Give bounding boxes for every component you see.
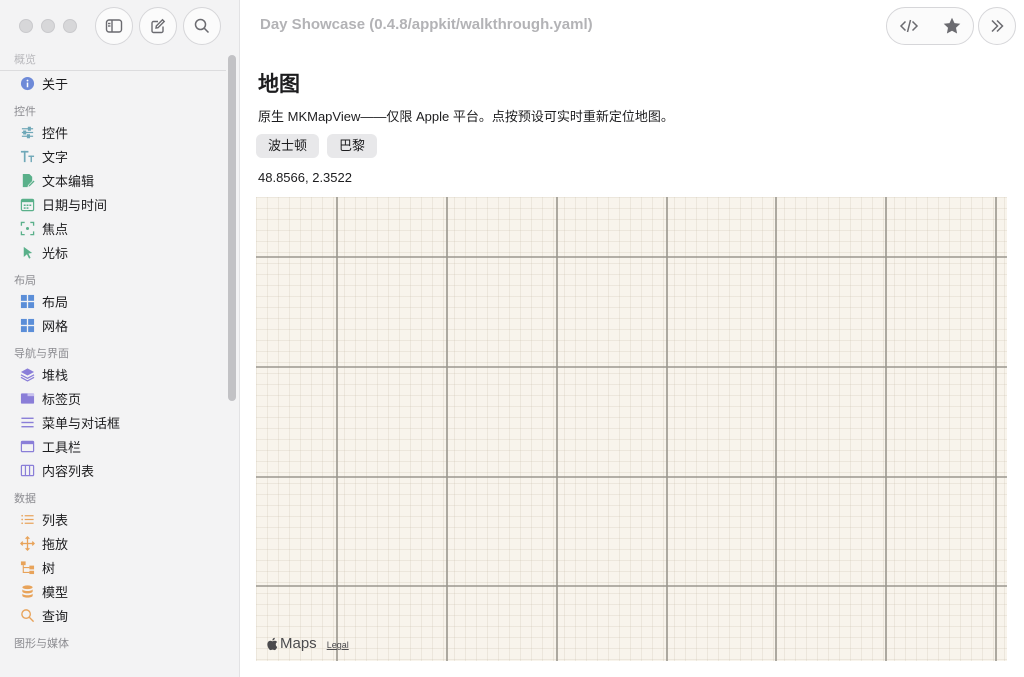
preset-buttons: 波士顿 巴黎 [256, 134, 378, 158]
sidebar-item-label: 拖放 [42, 536, 69, 552]
view-source-button[interactable] [887, 8, 930, 44]
grid-icon [19, 317, 35, 333]
chevron-double-right-icon [991, 19, 1004, 33]
search-icon [194, 18, 210, 34]
apple-logo-icon [267, 637, 278, 650]
star-icon [943, 17, 960, 34]
sidebar: 概览 关于 控件 控件 文字 文本编辑 日期与时间 焦点 光标 布局 布局 网格… [0, 0, 240, 677]
sidebar-item-label: 列表 [42, 512, 69, 528]
columns-icon [19, 462, 35, 478]
sidebar-item-label: 控件 [42, 125, 69, 141]
layout-icon [19, 293, 35, 309]
sidebar-item-stack[interactable]: 堆栈 [0, 362, 226, 386]
tabs-icon [19, 390, 35, 406]
sidebar-item-label: 查询 [42, 608, 69, 624]
sidebar-item-toolbar[interactable]: 工具栏 [0, 434, 226, 458]
sidebar-item-label: 焦点 [42, 221, 69, 237]
window-title: Day Showcase (0.4.8/appkit/walkthrough.y… [260, 16, 593, 33]
sidebar-item-cursor[interactable]: 光标 [0, 240, 226, 264]
apple-maps-logo: Maps [266, 635, 317, 652]
zoom-window-button[interactable] [63, 19, 77, 33]
section-label-layout: 布局 [14, 275, 36, 287]
stack-icon [19, 366, 35, 382]
sidebar-item-tree[interactable]: 树 [0, 555, 226, 579]
sidebar-item-label: 标签页 [42, 391, 82, 407]
section-label-graphics-media: 图形与媒体 [14, 638, 69, 650]
sidebar-item-drag-drop[interactable]: 拖放 [0, 531, 226, 555]
sidebar-item-label: 堆栈 [42, 367, 69, 383]
tree-icon [19, 559, 35, 575]
sidebar-item-label: 光标 [42, 245, 69, 261]
map-grid [256, 197, 1007, 661]
sidebar-item-grid[interactable]: 网格 [0, 313, 226, 337]
section-label-data: 数据 [14, 493, 36, 505]
page-title: 地图 [258, 73, 300, 96]
calendar-icon [19, 196, 35, 212]
map-attribution: Maps Legal [266, 635, 349, 652]
sidebar-item-text-editing[interactable]: 文本编辑 [0, 168, 226, 192]
legal-link[interactable]: Legal [327, 640, 349, 650]
sidebar-item-date-time[interactable]: 日期与时间 [0, 192, 226, 216]
sliders-icon [19, 124, 35, 140]
info-icon [19, 75, 35, 91]
sidebar-item-label: 菜单与对话框 [42, 415, 121, 431]
toggle-sidebar-button[interactable] [95, 7, 133, 45]
sidebar-item-label: 内容列表 [42, 463, 95, 479]
sidebar-item-list[interactable]: 列表 [0, 507, 226, 531]
sidebar-item-label: 布局 [42, 294, 69, 310]
sidebar-icon [105, 19, 123, 33]
sidebar-item-about[interactable]: 关于 [0, 71, 226, 95]
maps-brand-text: Maps [280, 635, 317, 652]
sidebar-item-label: 日期与时间 [42, 197, 108, 213]
preset-boston-button[interactable]: 波士顿 [256, 134, 320, 158]
text-icon [19, 148, 35, 164]
sidebar-item-controls[interactable]: 控件 [0, 120, 226, 144]
sidebar-item-query[interactable]: 查询 [0, 603, 226, 627]
close-window-button[interactable] [19, 19, 33, 33]
section-label-navigation: 导航与界面 [14, 348, 69, 360]
window-controls [19, 19, 77, 33]
sidebar-item-label: 树 [42, 560, 56, 576]
sidebar-item-tabs[interactable]: 标签页 [0, 386, 226, 410]
search-icon [19, 607, 35, 623]
favorite-button[interactable] [930, 8, 973, 44]
sidebar-item-label: 关于 [42, 76, 69, 92]
toolbar-button-group [886, 7, 974, 45]
sidebar-scrollbar[interactable] [226, 52, 238, 677]
cursor-icon [19, 244, 35, 260]
search-button[interactable] [183, 7, 221, 45]
app-window: 概览 关于 控件 控件 文字 文本编辑 日期与时间 焦点 光标 布局 布局 网格… [0, 0, 1024, 677]
section-label-controls: 控件 [14, 106, 36, 118]
code-icon [899, 19, 918, 33]
more-button[interactable] [978, 7, 1016, 45]
sidebar-item-label: 网格 [42, 318, 69, 334]
sidebar-scrollbar-thumb[interactable] [228, 55, 236, 401]
coordinates-readout: 48.8566, 2.3522 [258, 170, 352, 185]
move-icon [19, 535, 35, 551]
minimize-window-button[interactable] [41, 19, 55, 33]
list-icon [19, 511, 35, 527]
sidebar-item-content-list[interactable]: 内容列表 [0, 458, 226, 482]
page-description: 原生 MKMapView——仅限 Apple 平台。点按预设可实时重新定位地图。 [258, 109, 674, 124]
sidebar-item-label: 模型 [42, 584, 69, 600]
toolbar-icon [19, 438, 35, 454]
edit-doc-icon [19, 172, 35, 188]
sidebar-item-label: 文字 [42, 149, 69, 165]
sidebar-item-model[interactable]: 模型 [0, 579, 226, 603]
sidebar-item-focus[interactable]: 焦点 [0, 216, 226, 240]
database-icon [19, 583, 35, 599]
section-label-overview: 概览 [14, 54, 36, 66]
map-view[interactable]: Maps Legal [256, 197, 1007, 661]
sidebar-item-label: 文本编辑 [42, 173, 95, 189]
sidebar-item-text[interactable]: 文字 [0, 144, 226, 168]
preset-paris-button[interactable]: 巴黎 [327, 134, 378, 158]
sidebar-item-layout[interactable]: 布局 [0, 289, 226, 313]
compose-icon [151, 18, 166, 34]
menu-icon [19, 414, 35, 430]
focus-icon [19, 220, 35, 236]
compose-button[interactable] [139, 7, 177, 45]
sidebar-item-menus-dialogs[interactable]: 菜单与对话框 [0, 410, 226, 434]
sidebar-item-label: 工具栏 [42, 439, 82, 455]
sidebar-list: 概览 关于 控件 控件 文字 文本编辑 日期与时间 焦点 光标 布局 布局 网格… [0, 52, 226, 677]
